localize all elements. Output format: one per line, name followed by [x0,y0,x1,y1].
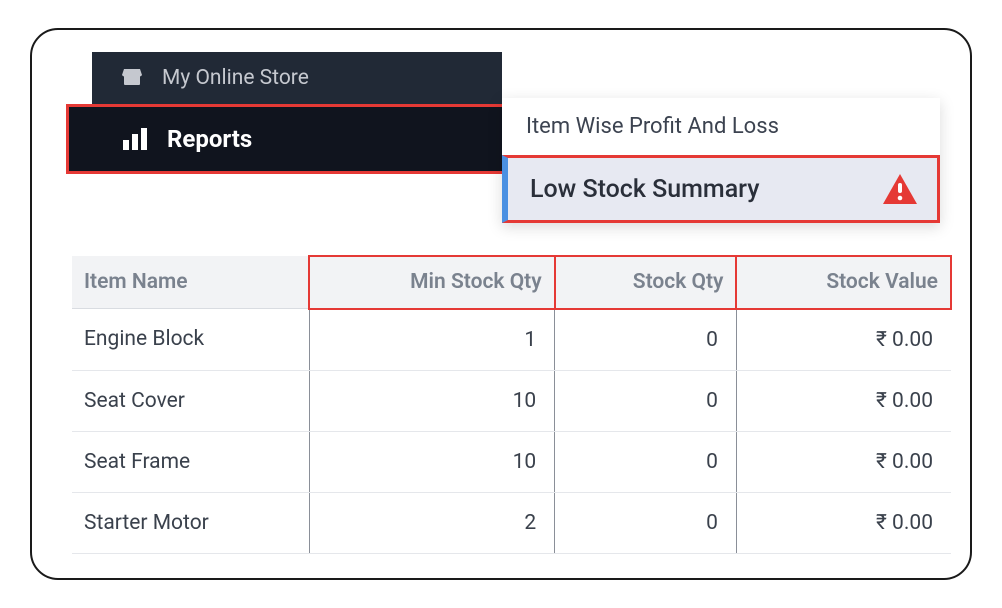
cell-item-name: Starter Motor [72,492,309,553]
cell-stock-qty: 0 [555,309,737,371]
alert-icon [883,174,917,204]
cell-stock-qty: 0 [555,492,737,553]
table-row: Engine Block 1 0 ₹ 0.00 [72,309,951,371]
cell-min-qty: 2 [309,492,554,553]
low-stock-table: Item Name Min Stock Qty Stock Qty Stock … [72,255,952,554]
table-row: Starter Motor 2 0 ₹ 0.00 [72,492,951,553]
submenu-low-stock-label: Low Stock Summary [530,175,759,204]
sidebar-item-reports[interactable]: Reports [66,104,528,174]
app-card: My Online Store Reports Item Wise Profit… [30,28,972,580]
submenu-item-profit-loss[interactable]: Item Wise Profit And Loss [502,98,940,155]
cell-min-qty: 1 [309,309,554,371]
cell-stock-qty: 0 [555,370,737,431]
cell-item-name: Seat Frame [72,431,309,492]
store-icon [120,67,144,89]
cell-min-qty: 10 [309,431,554,492]
header-item-name: Item Name [72,256,309,309]
cell-item-name: Engine Block [72,309,309,371]
cell-stock-value: ₹ 0.00 [736,431,951,492]
table-row: Seat Cover 10 0 ₹ 0.00 [72,370,951,431]
header-stock-value: Stock Value [736,256,951,309]
cell-item-name: Seat Cover [72,370,309,431]
header-min-stock-qty: Min Stock Qty [309,256,554,309]
table-row: Seat Frame 10 0 ₹ 0.00 [72,431,951,492]
cell-stock-qty: 0 [555,431,737,492]
sidebar: My Online Store Reports [92,52,502,174]
cell-stock-value: ₹ 0.00 [736,309,951,371]
sidebar-item-store[interactable]: My Online Store [92,52,502,104]
bar-chart-icon [123,128,149,150]
submenu-profit-loss-label: Item Wise Profit And Loss [526,114,779,139]
reports-submenu: Item Wise Profit And Loss Low Stock Summ… [502,98,940,223]
sidebar-store-label: My Online Store [162,66,309,90]
table-header-row: Item Name Min Stock Qty Stock Qty Stock … [72,256,951,309]
cell-stock-value: ₹ 0.00 [736,370,951,431]
header-stock-qty: Stock Qty [555,256,737,309]
cell-min-qty: 10 [309,370,554,431]
submenu-item-low-stock[interactable]: Low Stock Summary [502,155,940,223]
sidebar-reports-label: Reports [167,125,252,153]
cell-stock-value: ₹ 0.00 [736,492,951,553]
